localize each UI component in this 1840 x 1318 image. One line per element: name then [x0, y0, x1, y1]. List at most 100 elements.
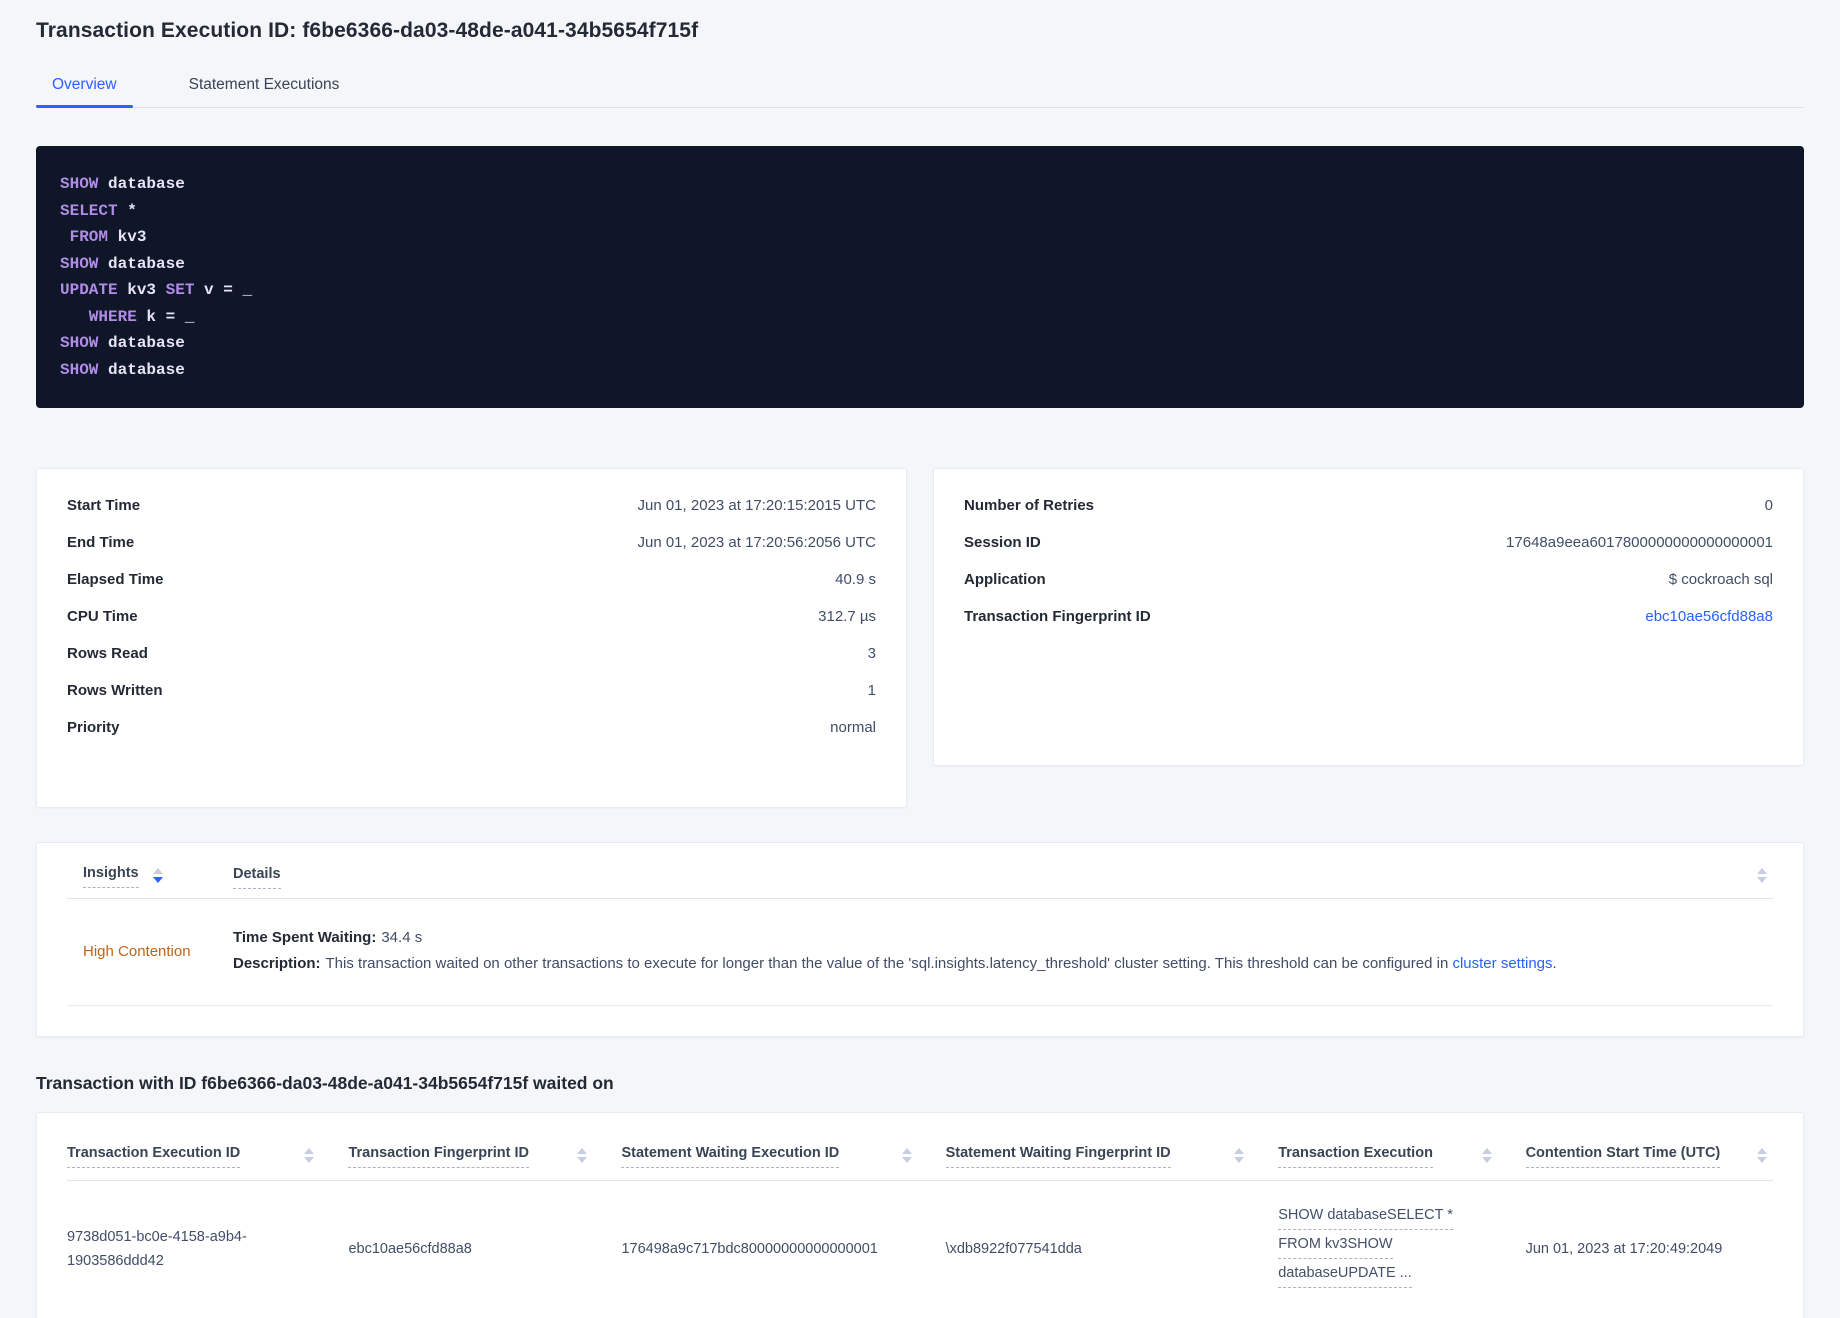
- cluster-settings-link[interactable]: cluster settings: [1452, 955, 1552, 972]
- summary-card-timing: Start Time Jun 01, 2023 at 17:20:15:2015 …: [36, 468, 907, 808]
- summary-label: Start Time: [67, 497, 141, 514]
- sql-token: database: [98, 254, 185, 273]
- summary-value: 1: [867, 682, 876, 699]
- sort-icon[interactable]: [1234, 1148, 1245, 1163]
- sql-token: kv3: [117, 281, 166, 299]
- cell-txn-exec-id: 9738d051-bc0e-4158-a9b4-1903586ddd42: [67, 1228, 247, 1269]
- insight-time-waiting: Time Spent Waiting: 34.4 s: [233, 925, 1767, 951]
- summary-row-start-time: Start Time Jun 01, 2023 at 17:20:15:2015 …: [67, 497, 876, 514]
- column-header-contention-start[interactable]: Contention Start Time (UTC): [1525, 1145, 1773, 1168]
- insight-details: Time Spent Waiting: 34.4 s Description: Th…: [233, 925, 1767, 977]
- insights-table: Insights Details High Contention Time Sp…: [36, 842, 1804, 1037]
- sql-line: SHOW database: [60, 330, 1780, 357]
- summary-value: 312.7 µs: [818, 608, 876, 625]
- insights-column-header[interactable]: Insights: [83, 865, 233, 888]
- column-header-label: Transaction Execution: [1278, 1145, 1433, 1168]
- column-header-txn-execution[interactable]: Transaction Execution: [1278, 1145, 1525, 1168]
- sort-icon[interactable]: [1756, 1148, 1767, 1163]
- sql-line: SHOW database: [60, 171, 1780, 198]
- sort-icon[interactable]: [1481, 1148, 1492, 1163]
- summary-label: Number of Retries: [964, 497, 1095, 514]
- sort-icon[interactable]: [304, 1148, 315, 1163]
- sort-icon[interactable]: [577, 1148, 588, 1163]
- time-waiting-label: Time Spent Waiting:: [233, 929, 377, 946]
- sql-token: SHOW: [60, 360, 99, 379]
- summary-value: 0: [1764, 497, 1773, 514]
- sql-token: UPDATE: [60, 281, 118, 299]
- waited-on-heading: Transaction with ID f6be6366-da03-48de-a…: [36, 1073, 614, 1093]
- sql-token: FROM: [60, 228, 109, 246]
- summary-label: Rows Read: [67, 645, 148, 662]
- summary-row-application: Application $ cockroach sql: [964, 571, 1773, 588]
- summary-label: Session ID: [964, 534, 1041, 551]
- summary-value: $ cockroach sql: [1668, 571, 1773, 588]
- cell-stmt-waiting-fingerprint-id: \xdb8922f077541dda: [945, 1240, 1082, 1257]
- transaction-execution-link[interactable]: SHOW databaseSELECT * FROM kv3SHOW datab…: [1278, 1205, 1525, 1292]
- sort-icon[interactable]: [152, 868, 163, 883]
- transaction-execution-link-line[interactable]: SHOW databaseSELECT *: [1278, 1205, 1453, 1230]
- sql-line: SELECT *: [60, 198, 1780, 225]
- sql-token: v = _: [194, 281, 253, 299]
- summary-label: Elapsed Time: [67, 571, 164, 588]
- summary-value: 17648a9eea6017800000000000000001: [1506, 534, 1773, 551]
- summary-row-rows-read: Rows Read 3: [67, 645, 876, 662]
- sql-line: FROM kv3: [60, 224, 1780, 251]
- summary-row-elapsed-time: Elapsed Time 40.9 s: [67, 571, 876, 588]
- summary-label: Transaction Fingerprint ID: [964, 608, 1151, 625]
- transaction-execution-link-line[interactable]: databaseUPDATE ...: [1278, 1263, 1412, 1288]
- summary-value: 40.9 s: [835, 571, 876, 588]
- summary-card-session: Number of Retries 0 Session ID 17648a9eea6…: [933, 468, 1804, 766]
- page-title: Transaction Execution ID: f6be6366-da03-…: [36, 19, 699, 42]
- summary-value: normal: [830, 719, 876, 736]
- column-header-stmt-waiting-exec-id[interactable]: Statement Waiting Execution ID: [621, 1145, 945, 1168]
- insights-table-header: Insights Details: [67, 843, 1773, 899]
- insight-type-badge: High Contention: [83, 942, 191, 960]
- sql-token: *: [117, 201, 137, 220]
- summary-row-txn-fingerprint: Transaction Fingerprint ID ebc10ae56cfd88…: [964, 608, 1773, 625]
- sql-token: SHOW: [60, 175, 99, 193]
- column-header-stmt-waiting-fingerprint-id[interactable]: Statement Waiting Fingerprint ID: [945, 1145, 1279, 1168]
- column-header-label: Contention Start Time (UTC): [1525, 1145, 1721, 1168]
- cell-stmt-waiting-exec-id: 176498a9c717bdc80000000000000001: [621, 1240, 878, 1257]
- sql-token: kv3: [108, 228, 147, 246]
- column-header-label: Statement Waiting Execution ID: [621, 1145, 840, 1168]
- sql-token: WHERE: [60, 307, 137, 326]
- summary-row-priority: Priority normal: [67, 719, 876, 736]
- details-header-label: Details: [233, 866, 281, 889]
- summary-value: Jun 01, 2023 at 17:20:56:2056 UTC: [637, 534, 876, 551]
- transaction-fingerprint-link[interactable]: ebc10ae56cfd88a8: [1645, 608, 1773, 625]
- table-row: 9738d051-bc0e-4158-a9b4-1903586ddd42 ebc…: [67, 1181, 1773, 1318]
- column-header-txn-exec-id[interactable]: Transaction Execution ID: [67, 1145, 348, 1168]
- summary-row-end-time: End Time Jun 01, 2023 at 17:20:56:2056 UT…: [67, 534, 876, 551]
- page-header: Transaction Execution ID: f6be6366-da03-…: [36, 16, 1804, 108]
- sql-statements-box: SHOW database SELECT * FROM kv3 SHOW dat…: [36, 146, 1804, 408]
- sql-line: SHOW database: [60, 357, 1780, 384]
- tab-overview[interactable]: Overview: [36, 76, 133, 108]
- sql-token: database: [98, 360, 185, 379]
- sql-token: database: [98, 175, 185, 193]
- summary-label: End Time: [67, 534, 135, 551]
- waited-on-table: Transaction Execution ID Transaction Fin…: [36, 1112, 1804, 1318]
- sql-line: UPDATE kv3 SET v = _: [60, 277, 1780, 304]
- sort-icon[interactable]: [1757, 868, 1767, 883]
- cell-contention-start-time: Jun 01, 2023 at 17:20:49:2049: [1525, 1240, 1723, 1257]
- transaction-execution-link-line[interactable]: FROM kv3SHOW: [1278, 1234, 1393, 1259]
- tab-statement-executions[interactable]: Statement Executions: [173, 76, 356, 107]
- sql-line: SHOW database: [60, 251, 1780, 278]
- summary-cards-row: Start Time Jun 01, 2023 at 17:20:15:2015 …: [36, 468, 1804, 808]
- cell-txn-fingerprint-id: ebc10ae56cfd88a8: [348, 1240, 472, 1257]
- description-label: Description:: [233, 955, 321, 972]
- column-header-label: Statement Waiting Fingerprint ID: [945, 1145, 1171, 1168]
- sql-token: SHOW: [60, 334, 99, 352]
- insight-description: Description: This transaction waited on o…: [233, 951, 1767, 977]
- sql-token: k = _: [136, 307, 195, 326]
- summary-row-retries: Number of Retries 0: [964, 497, 1773, 514]
- summary-label: CPU Time: [67, 608, 138, 625]
- time-waiting-value: 34.4 s: [381, 929, 423, 946]
- details-column-header[interactable]: Details: [233, 865, 1757, 889]
- sql-token: SET: [165, 281, 195, 299]
- summary-label: Priority: [67, 719, 120, 736]
- column-header-txn-fingerprint-id[interactable]: Transaction Fingerprint ID: [348, 1145, 621, 1168]
- sort-icon[interactable]: [901, 1148, 912, 1163]
- column-header-label: Transaction Fingerprint ID: [348, 1145, 529, 1168]
